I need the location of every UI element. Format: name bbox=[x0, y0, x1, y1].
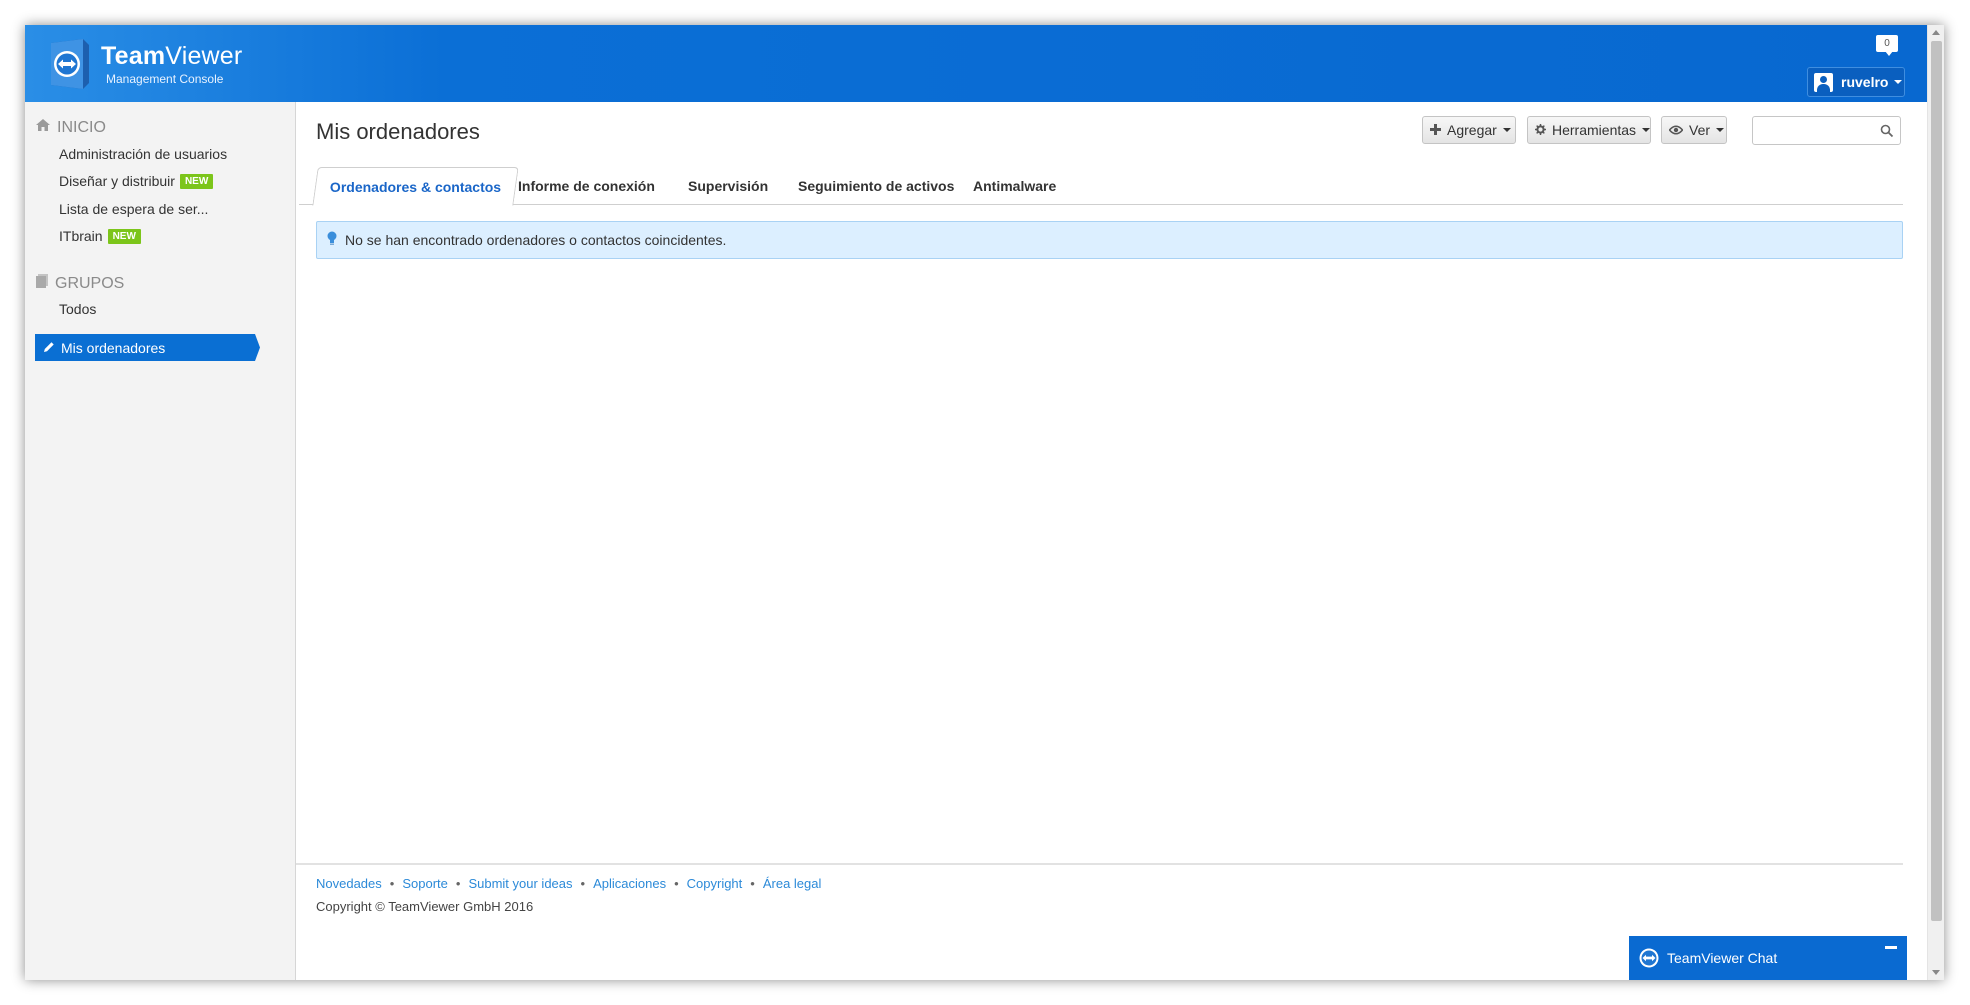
sidebar-item-service-queue[interactable]: Lista de espera de ser... bbox=[59, 201, 208, 217]
minimize-icon[interactable] bbox=[1885, 946, 1897, 949]
app-header: TeamViewer Management Console 0 ruvelro bbox=[25, 25, 1927, 102]
user-avatar-icon bbox=[1814, 72, 1833, 92]
tab-connection-report[interactable]: Informe de conexión bbox=[504, 167, 669, 205]
tools-dropdown-button[interactable]: Herramientas bbox=[1527, 116, 1651, 144]
pencil-icon[interactable] bbox=[43, 340, 55, 356]
tab-asset-tracking[interactable]: Seguimiento de activos bbox=[784, 167, 968, 205]
brand-subtitle: Management Console bbox=[106, 72, 224, 86]
chat-bar[interactable]: TeamViewer Chat bbox=[1629, 936, 1907, 980]
page-title: Mis ordenadores bbox=[316, 119, 480, 144]
vertical-scrollbar[interactable] bbox=[1927, 25, 1944, 980]
home-icon bbox=[35, 118, 51, 137]
tab-antimalware[interactable]: Antimalware bbox=[959, 167, 1070, 205]
chevron-down-icon bbox=[1502, 128, 1511, 132]
sidebar-item-itbrain[interactable]: ITbrain NEW bbox=[59, 228, 141, 244]
add-dropdown-button[interactable]: Agregar bbox=[1422, 116, 1516, 144]
sidebar-item-all[interactable]: Todos bbox=[59, 301, 96, 317]
plus-icon bbox=[1430, 123, 1441, 138]
user-name: ruvelro bbox=[1841, 74, 1889, 90]
sidebar-section-label: INICIO bbox=[57, 118, 106, 136]
search-input[interactable] bbox=[1752, 116, 1901, 145]
chevron-down-icon bbox=[1894, 80, 1903, 84]
sidebar-item-design-deploy[interactable]: Diseñar y distribuir NEW bbox=[59, 173, 214, 189]
teamviewer-chat-icon bbox=[1639, 948, 1659, 968]
footer-link-news[interactable]: Novedades bbox=[316, 876, 382, 891]
search-icon[interactable] bbox=[1880, 124, 1894, 138]
notification-count: 0 bbox=[1876, 35, 1898, 52]
footer-divider bbox=[296, 863, 1903, 865]
footer-link-copyright[interactable]: Copyright bbox=[687, 876, 743, 891]
scroll-up-arrow-icon[interactable] bbox=[1932, 30, 1940, 35]
teamviewer-logo-icon[interactable] bbox=[47, 37, 93, 91]
info-message: No se han encontrado ordenadores o conta… bbox=[316, 221, 1903, 259]
sidebar-item-user-admin[interactable]: Administración de usuarios bbox=[59, 146, 227, 162]
gear-icon bbox=[1535, 123, 1546, 138]
scrollbar-thumb[interactable] bbox=[1931, 41, 1942, 921]
sidebar-section-groups[interactable]: GRUPOS bbox=[35, 273, 124, 294]
lightbulb-icon bbox=[327, 231, 337, 250]
footer-link-legal[interactable]: Área legal bbox=[763, 876, 822, 891]
chevron-down-icon bbox=[1716, 128, 1725, 132]
brand-name: TeamViewer bbox=[101, 42, 243, 70]
view-dropdown-button[interactable]: Ver bbox=[1661, 116, 1727, 144]
new-badge: NEW bbox=[179, 173, 214, 189]
sidebar-section-label: GRUPOS bbox=[55, 274, 125, 292]
groups-icon bbox=[35, 273, 49, 294]
footer-link-apps[interactable]: Aplicaciones bbox=[593, 876, 666, 891]
chat-title: TeamViewer Chat bbox=[1667, 950, 1778, 966]
tab-bar: Ordenadores & contactos Informe de conex… bbox=[299, 167, 1903, 206]
footer-link-support[interactable]: Soporte bbox=[402, 876, 448, 891]
eye-icon bbox=[1668, 123, 1684, 138]
chevron-down-icon bbox=[1642, 128, 1651, 132]
footer-links: Novedades • Soporte • Submit your ideas … bbox=[316, 876, 822, 891]
user-menu-button[interactable]: ruvelro bbox=[1807, 67, 1905, 97]
tab-monitoring[interactable]: Supervisión bbox=[674, 167, 782, 205]
notification-icon[interactable]: 0 bbox=[1876, 35, 1898, 57]
footer-copyright: Copyright © TeamViewer GmbH 2016 bbox=[316, 899, 534, 914]
tab-computers-contacts[interactable]: Ordenadores & contactos bbox=[312, 167, 519, 206]
footer-link-ideas[interactable]: Submit your ideas bbox=[468, 876, 572, 891]
sidebar-item-my-computers[interactable]: Mis ordenadores bbox=[35, 334, 260, 361]
sidebar: INICIO Administración de usuarios Diseña… bbox=[25, 102, 296, 980]
sidebar-section-home[interactable]: INICIO bbox=[35, 118, 106, 137]
new-badge: NEW bbox=[107, 228, 141, 244]
browser-window: TeamViewer Management Console 0 ruvelro … bbox=[25, 25, 1944, 980]
scroll-down-arrow-icon[interactable] bbox=[1932, 970, 1940, 975]
